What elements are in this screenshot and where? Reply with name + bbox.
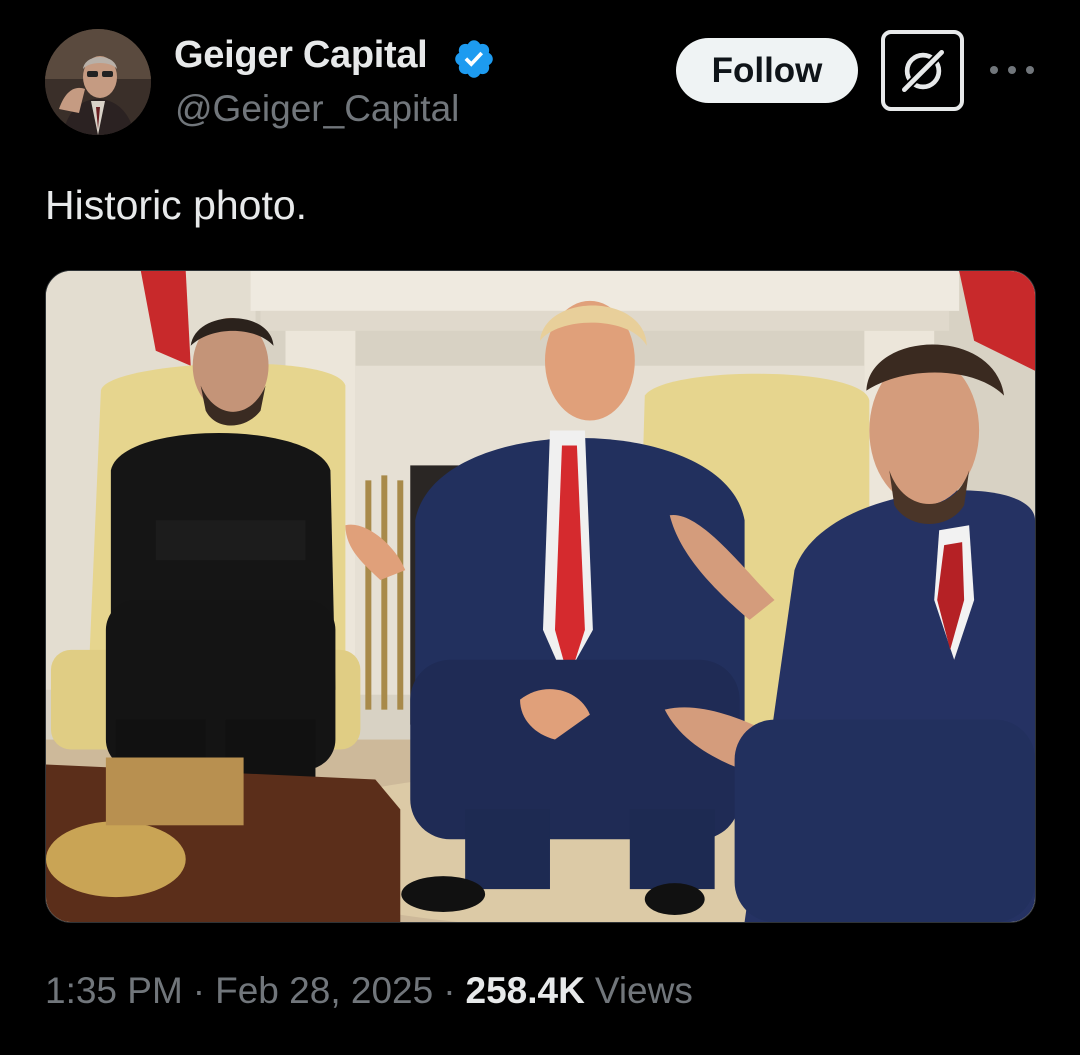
post-text: Historic photo. xyxy=(45,182,308,228)
more-dot xyxy=(990,66,998,74)
grok-icon xyxy=(900,48,945,93)
author-avatar[interactable] xyxy=(45,29,151,135)
post-time[interactable]: 1:35 PM xyxy=(45,970,183,1012)
post-date[interactable]: Feb 28, 2025 xyxy=(215,970,433,1012)
avatar-photo xyxy=(45,29,151,135)
views-count[interactable]: 258.4K xyxy=(466,970,585,1012)
post-meta: 1:35 PM · Feb 28, 2025 · 258.4K Views xyxy=(45,970,693,1012)
views-label[interactable]: Views xyxy=(595,970,693,1012)
verified-badge-icon xyxy=(452,37,496,81)
more-dot xyxy=(1008,66,1016,74)
photo-illustration xyxy=(46,271,1035,922)
meta-separator: · xyxy=(192,970,206,1011)
tweet-post: Geiger Capital @Geiger_Capital Follow Hi… xyxy=(0,0,1080,1055)
meta-separator: · xyxy=(443,970,456,1011)
more-dots-icon[interactable] xyxy=(990,55,1034,85)
post-photo[interactable] xyxy=(45,270,1036,923)
author-display-name[interactable]: Geiger Capital xyxy=(174,34,428,77)
author-handle[interactable]: @Geiger_Capital xyxy=(175,88,459,130)
grok-button[interactable] xyxy=(881,30,964,111)
follow-button[interactable]: Follow xyxy=(676,38,858,103)
more-dot xyxy=(1026,66,1034,74)
